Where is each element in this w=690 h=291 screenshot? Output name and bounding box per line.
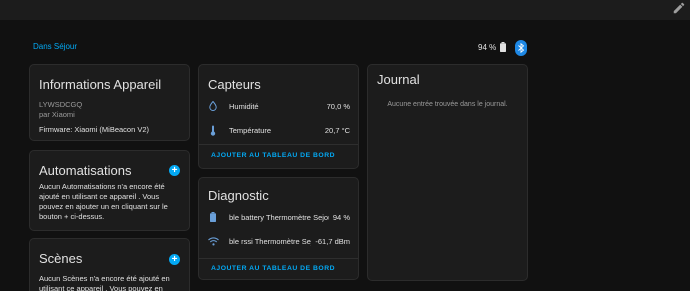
sensor-row-temperature[interactable]: Température 20,7 °C [207, 123, 350, 137]
battery-icon [207, 211, 219, 223]
automations-title: Automatisations [39, 163, 132, 178]
automations-empty-text: Aucun Automatisations n'a encore été ajo… [39, 182, 168, 221]
sensor-label: Température [229, 125, 272, 135]
bluetooth-icon [518, 43, 525, 53]
sensor-value: 70,0 % [326, 101, 350, 111]
add-to-dashboard-button[interactable]: AJOUTER AU TABLEAU DE BORD [211, 152, 335, 159]
add-to-dashboard-button[interactable]: AJOUTER AU TABLEAU DE BORD [211, 265, 335, 272]
device-manufacturer: par Xiaomi [39, 110, 75, 119]
water-drop-icon [207, 100, 219, 112]
top-bar [0, 0, 690, 20]
bluetooth-badge[interactable] [515, 40, 527, 56]
diagnostic-label: ble rssi Thermomètre Sej... [229, 236, 312, 246]
diagnostic-label: ble battery Thermomètre Sejour [229, 212, 329, 222]
sensors-title: Capteurs [208, 77, 261, 92]
device-firmware: Firmware: Xiaomi (MiBeacon V2) [39, 125, 150, 134]
divider [199, 258, 358, 259]
add-automation-button[interactable]: + [169, 165, 180, 176]
automations-card: Automatisations + Aucun Automatisations … [29, 150, 190, 231]
journal-card: Journal Aucune entrée trouvée dans le jo… [367, 64, 528, 281]
diagnostic-value: 94 % [332, 212, 350, 222]
edit-pencil-icon[interactable] [672, 1, 686, 15]
divider [199, 144, 358, 145]
device-info-title: Informations Appareil [39, 77, 162, 92]
diagnostic-title: Diagnostic [208, 188, 269, 203]
area-link[interactable]: Dans Séjour [33, 42, 77, 51]
wifi-icon [207, 235, 219, 247]
diagnostic-row-rssi[interactable]: ble rssi Thermomètre Sej... -61,7 dBm [207, 234, 350, 248]
diagnostic-row-battery[interactable]: ble battery Thermomètre Sejour 94 % [207, 210, 350, 224]
sensor-row-humidity[interactable]: Humidité 70,0 % [207, 99, 350, 113]
battery-icon [500, 42, 507, 52]
sensor-value: 20,7 °C [324, 125, 350, 135]
scenes-empty-text: Aucun Scènes n'a encore été ajouté en ut… [39, 274, 170, 291]
journal-title: Journal [377, 72, 420, 87]
scenes-title: Scènes [39, 251, 83, 266]
battery-value: 94 % [478, 42, 497, 52]
battery-status: 94 % [478, 42, 507, 52]
diagnostic-card: Diagnostic ble battery Thermomètre Sejou… [198, 177, 359, 280]
sensor-label: Humidité [229, 101, 259, 111]
thermometer-icon [207, 124, 219, 136]
scenes-card: Scènes + Aucun Scènes n'a encore été ajo… [29, 238, 190, 291]
device-info-card: Informations Appareil LYWSDCGQ par Xiaom… [29, 64, 190, 141]
sensors-card: Capteurs Humidité 70,0 % Température 20,… [198, 64, 359, 169]
add-scene-button[interactable]: + [169, 254, 180, 265]
diagnostic-value: -61,7 dBm [315, 236, 350, 246]
device-model: LYWSDCGQ [39, 100, 83, 109]
journal-empty-text: Aucune entrée trouvée dans le journal. [387, 101, 508, 108]
